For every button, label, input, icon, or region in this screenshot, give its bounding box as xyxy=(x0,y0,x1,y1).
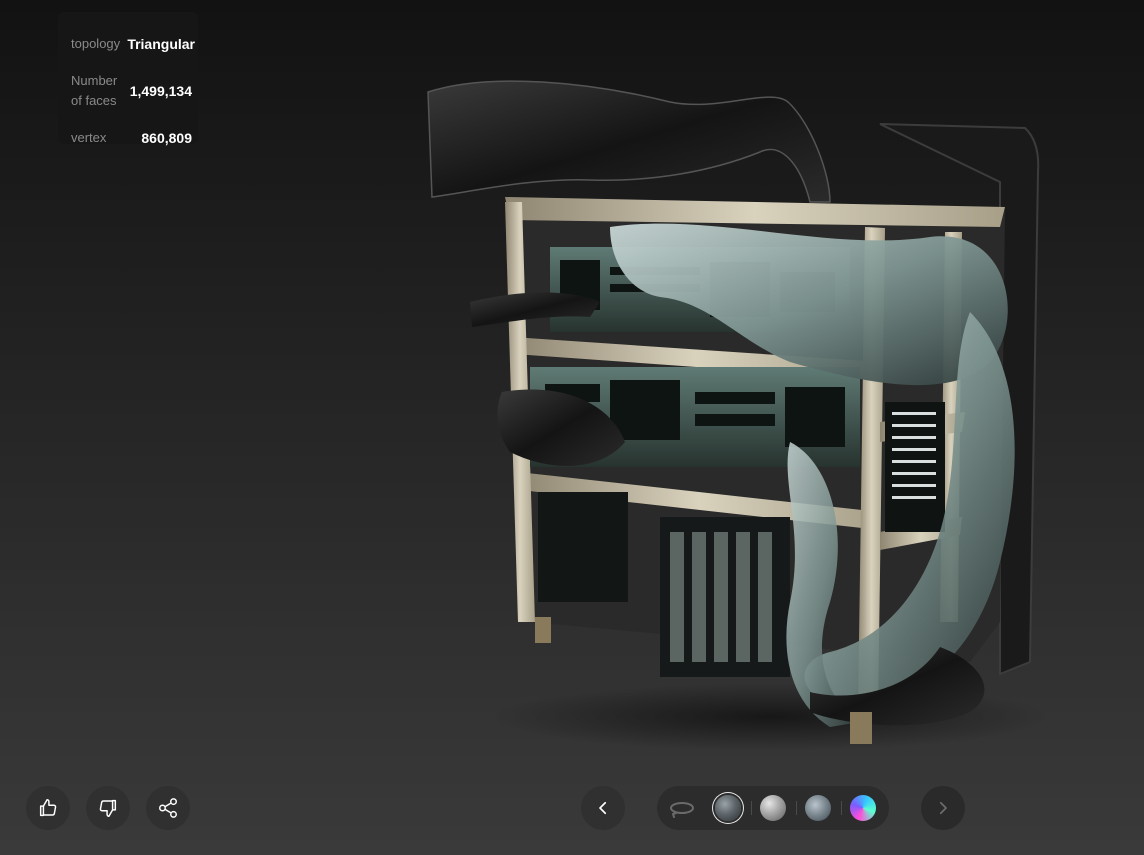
model-stats-panel: topology Triangular Number of faces 1,49… xyxy=(58,12,198,146)
next-model-button[interactable] xyxy=(921,786,965,830)
chevron-left-icon xyxy=(599,801,607,815)
stat-faces-value: 1,499,134 xyxy=(129,83,192,99)
material-rainbow-button[interactable] xyxy=(850,795,876,821)
divider xyxy=(796,801,797,815)
dislike-button[interactable] xyxy=(86,786,130,830)
like-button[interactable] xyxy=(26,786,70,830)
stat-faces: Number of faces 1,499,134 xyxy=(71,71,192,111)
stat-vertex-label: vertex xyxy=(71,130,107,145)
auto-rotate-toggle[interactable] xyxy=(669,795,695,821)
model-render[interactable] xyxy=(410,62,1060,762)
divider xyxy=(841,801,842,815)
stat-faces-label: Number of faces xyxy=(71,73,118,108)
stat-vertex: vertex 860,809 xyxy=(71,128,192,148)
material-clay-button[interactable] xyxy=(760,795,786,821)
divider xyxy=(751,801,752,815)
material-normal-button[interactable] xyxy=(805,795,831,821)
previous-model-button[interactable] xyxy=(581,786,625,830)
share-icon xyxy=(159,798,177,818)
material-textured-button[interactable] xyxy=(715,795,741,821)
stat-topology: topology Triangular xyxy=(71,34,195,54)
rotate-icon xyxy=(670,802,694,818)
stat-vertex-value: 860,809 xyxy=(141,130,192,146)
stat-topology-label: topology xyxy=(71,36,121,51)
share-button[interactable] xyxy=(146,786,190,830)
thumbs-up-icon xyxy=(39,799,57,817)
chevron-right-icon xyxy=(939,801,947,815)
model-viewport[interactable]: topology Triangular Number of faces 1,49… xyxy=(0,0,1144,855)
render-mode-toolbar xyxy=(657,786,889,830)
stat-topology-value: Triangular xyxy=(127,36,195,52)
thumbs-down-icon xyxy=(99,799,117,817)
